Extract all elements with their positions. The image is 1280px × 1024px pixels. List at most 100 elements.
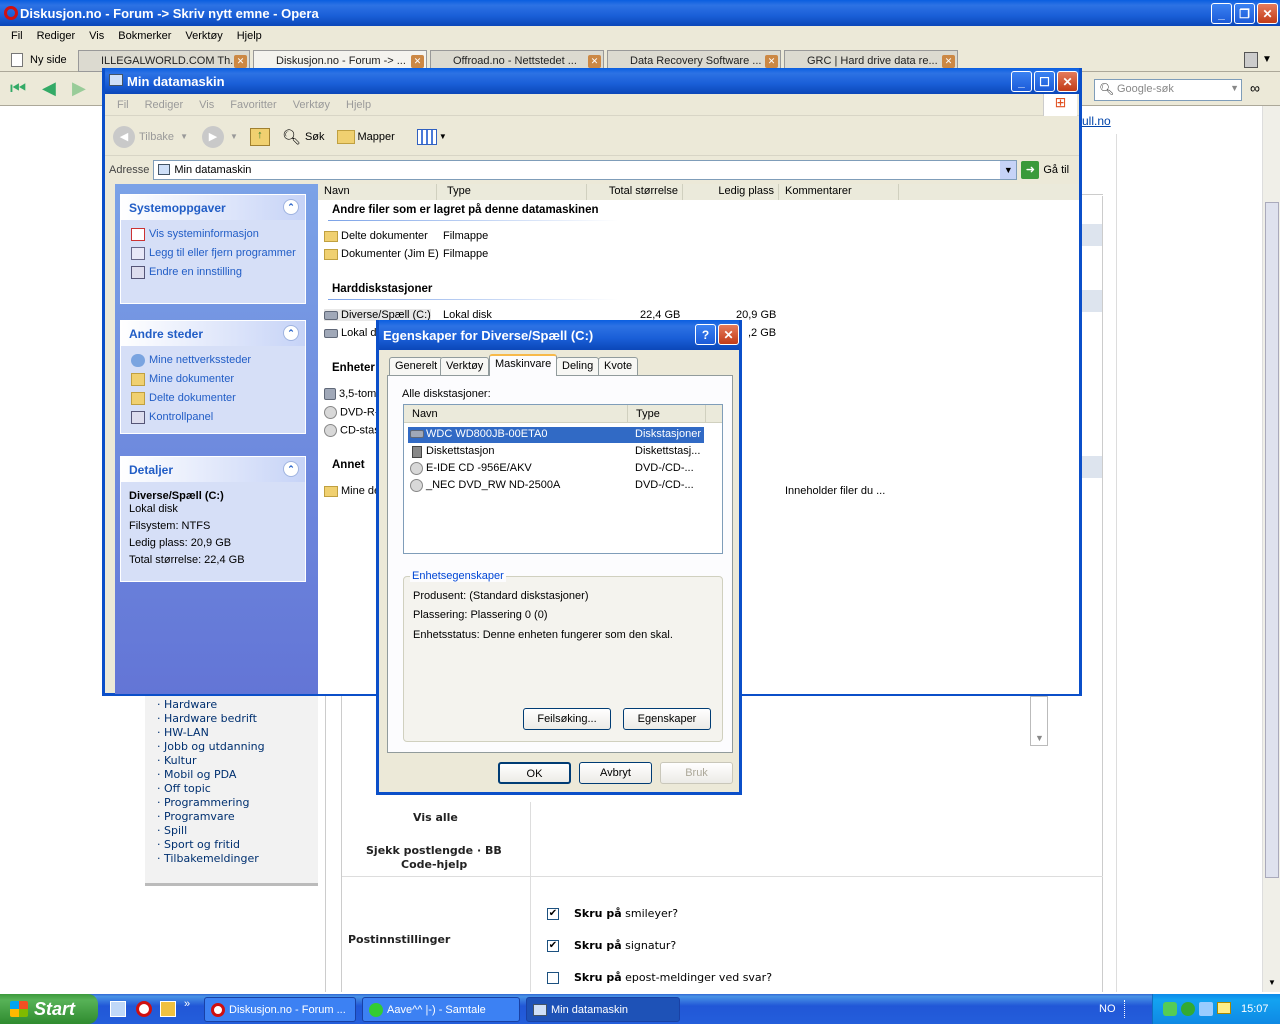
category-link[interactable]: · Programmering: [157, 796, 318, 810]
message-textarea[interactable]: ▼: [1030, 696, 1048, 746]
menu-fil[interactable]: Fil: [4, 30, 30, 42]
other-places-header[interactable]: Andre steder ⌃: [121, 321, 305, 346]
trash-icon[interactable]: [1244, 52, 1258, 68]
list-item[interactable]: Mine del: [324, 485, 383, 497]
show-all-link[interactable]: Vis alle: [413, 811, 458, 824]
column-name[interactable]: Navn: [318, 184, 437, 200]
cancel-button[interactable]: Avbryt: [579, 762, 652, 784]
tab-close-icon[interactable]: ✕: [234, 55, 247, 68]
scroll-down-icon[interactable]: ▼: [1268, 978, 1276, 987]
glasses-icon[interactable]: ∞: [1250, 80, 1260, 96]
menu-hjelp[interactable]: Hjelp: [230, 30, 269, 42]
code-help-link[interactable]: Code-hjelp: [401, 858, 467, 871]
scroll-thumb[interactable]: [1265, 202, 1279, 878]
maximize-button[interactable]: ❐: [1234, 3, 1255, 24]
column-type[interactable]: Type: [628, 405, 706, 423]
menu-vis[interactable]: Vis: [82, 30, 111, 42]
google-search-input[interactable]: 🔍︎ Google-søk ▼: [1094, 79, 1242, 101]
category-link[interactable]: · Mobil og PDA: [157, 768, 318, 782]
quicklaunch-app-icon[interactable]: [160, 1001, 176, 1017]
rewind-icon[interactable]: ⏮: [10, 78, 26, 99]
task-system-info[interactable]: Vis systeminformasjon: [121, 224, 305, 243]
check-length-link[interactable]: Sjekk postlengde · BB: [366, 844, 502, 857]
table-row[interactable]: E-IDE CD -956E/AKV DVD-/CD-...: [408, 461, 704, 477]
list-item[interactable]: DVD-R-s: [324, 406, 384, 419]
menu-rediger[interactable]: Rediger: [137, 99, 192, 111]
clock[interactable]: 15:07: [1241, 1003, 1269, 1015]
collapse-icon[interactable]: ⌃: [283, 461, 299, 477]
minimize-button[interactable]: _: [1211, 3, 1232, 24]
column-type[interactable]: Type: [437, 184, 587, 200]
category-link[interactable]: · Hardware: [157, 698, 318, 712]
minimize-button[interactable]: _: [1011, 71, 1032, 92]
smileys-checkbox[interactable]: ✔: [547, 908, 559, 920]
tab-close-icon[interactable]: ✕: [942, 55, 955, 68]
page-scrollbar[interactable]: ▼: [1262, 106, 1280, 992]
menu-favoritter[interactable]: Favoritter: [222, 99, 284, 111]
list-item[interactable]: CD-stas: [324, 424, 380, 437]
close-button[interactable]: ✕: [1057, 71, 1078, 92]
search-button[interactable]: 🔍︎ Søk: [282, 128, 325, 146]
table-row[interactable]: WDC WD800JB-00ETA0 Diskstasjoner: [408, 427, 704, 443]
quicklaunch-opera-icon[interactable]: [136, 1001, 152, 1017]
category-link[interactable]: · Spill: [157, 824, 318, 838]
tray-volume-icon[interactable]: [1199, 1002, 1213, 1016]
menu-bokmerker[interactable]: Bokmerker: [111, 30, 178, 42]
ok-button[interactable]: OK: [498, 762, 571, 784]
collapse-icon[interactable]: ⌃: [283, 325, 299, 341]
tab-close-icon[interactable]: ✕: [765, 55, 778, 68]
signature-checkbox[interactable]: ✔: [547, 940, 559, 952]
system-tasks-header[interactable]: Systemoppgaver ⌃: [121, 195, 305, 220]
apply-button[interactable]: Bruk: [660, 762, 733, 784]
category-link[interactable]: · Tilbakemeldinger: [157, 852, 318, 866]
folders-button[interactable]: Mapper: [336, 129, 395, 144]
menu-rediger[interactable]: Rediger: [30, 30, 83, 42]
chevron-down-icon[interactable]: ▼: [1230, 83, 1239, 93]
forward-arrow-icon[interactable]: ▶: [72, 78, 86, 99]
close-button[interactable]: ✕: [1257, 3, 1278, 24]
chevron-down-icon[interactable]: ▼: [1035, 733, 1044, 743]
tab-hardware[interactable]: Maskinvare: [489, 354, 558, 376]
place-control-panel[interactable]: Kontrollpanel: [121, 407, 305, 426]
email-checkbox[interactable]: [547, 972, 559, 984]
column-comments[interactable]: Kommentarer: [779, 184, 899, 200]
tray-network-icon[interactable]: [1163, 1002, 1177, 1016]
quicklaunch-more-icon[interactable]: »: [184, 998, 190, 1010]
tab-sharing[interactable]: Deling: [556, 357, 600, 375]
place-network[interactable]: Mine nettverkssteder: [121, 350, 305, 369]
views-button[interactable]: ▼: [416, 128, 447, 145]
language-settings-icon[interactable]: [1124, 1000, 1134, 1018]
start-button[interactable]: Start: [0, 994, 98, 1024]
up-folder-icon[interactable]: ↑: [249, 127, 270, 146]
column-name[interactable]: Navn: [404, 405, 628, 423]
forward-button[interactable]: ▶ ▼: [201, 125, 238, 148]
maximize-button[interactable]: ☐: [1034, 71, 1055, 92]
language-indicator[interactable]: NO: [1099, 1003, 1116, 1015]
help-button[interactable]: ?: [695, 324, 716, 345]
column-free-space[interactable]: Ledig plass: [683, 184, 779, 200]
taskbar-item-opera[interactable]: Diskusjon.no - Forum ...: [204, 997, 356, 1022]
menu-fil[interactable]: Fil: [109, 99, 137, 111]
tab-close-icon[interactable]: ✕: [411, 55, 424, 68]
menu-verktoy[interactable]: Verktøy: [178, 30, 229, 42]
tab-tools[interactable]: Verktøy: [440, 357, 490, 375]
table-row[interactable]: _NEC DVD_RW ND-2500A DVD-/CD-...: [408, 478, 704, 494]
go-button[interactable]: ➜ Gå til: [1021, 161, 1069, 179]
menu-vis[interactable]: Vis: [191, 99, 222, 111]
menu-verktoy[interactable]: Verktøy: [285, 99, 338, 111]
taskbar-item-my-computer[interactable]: Min datamaskin: [526, 997, 680, 1022]
tab-quota[interactable]: Kvote: [598, 357, 639, 375]
address-input[interactable]: Min datamaskin ▼: [153, 160, 1018, 180]
category-link[interactable]: · HW-LAN: [157, 726, 318, 740]
back-button[interactable]: ◀ Tilbake ▼: [113, 125, 188, 148]
category-link[interactable]: · Off topic: [157, 782, 318, 796]
place-my-documents[interactable]: Mine dokumenter: [121, 369, 305, 388]
place-shared-documents[interactable]: Delte dokumenter: [121, 388, 305, 407]
list-item[interactable]: Delte dokumenter: [324, 230, 428, 242]
table-row[interactable]: Diskettstasjon Diskettstasj...: [408, 444, 704, 460]
tab-general[interactable]: Generelt: [389, 357, 444, 375]
task-change-setting[interactable]: Endre en innstilling: [121, 262, 305, 281]
list-item[interactable]: Dokumenter (Jim E): [324, 248, 439, 260]
page-link[interactable]: ull.no: [1082, 114, 1111, 128]
properties-button[interactable]: Egenskaper: [623, 708, 711, 730]
